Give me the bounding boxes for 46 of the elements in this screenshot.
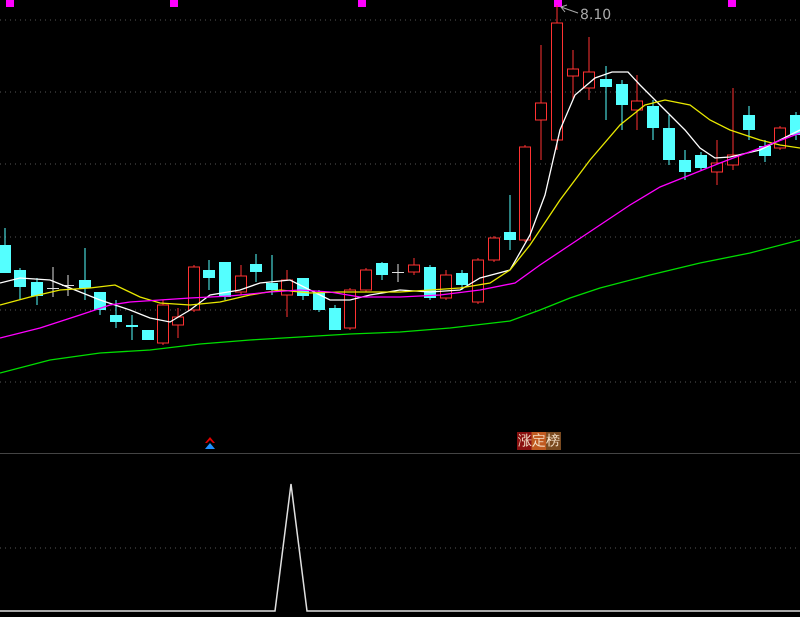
candlestick — [0, 228, 11, 274]
candlestick — [281, 270, 293, 318]
candlestick — [376, 262, 388, 280]
candlestick — [759, 140, 771, 162]
double-chevron-icon — [205, 437, 215, 449]
candlestick — [711, 140, 723, 186]
candlestick — [408, 258, 420, 276]
candlestick — [188, 264, 200, 312]
candlestick — [472, 258, 484, 304]
candlestick — [31, 278, 43, 306]
candlestick — [616, 80, 628, 130]
candlestick — [79, 248, 91, 300]
candlestick — [695, 152, 707, 170]
price-label: 8.10 — [580, 7, 612, 23]
candlestick — [142, 330, 154, 340]
candlestick — [203, 260, 215, 290]
candlestick — [313, 290, 325, 312]
candlestick — [631, 74, 643, 130]
candlestick — [790, 112, 800, 140]
candlestick — [62, 274, 74, 296]
leader-line — [560, 4, 578, 14]
candlestick — [567, 50, 579, 100]
candlestick — [663, 114, 675, 166]
candlestick — [266, 254, 278, 296]
candlestick — [504, 194, 516, 250]
candlestick — [47, 266, 59, 298]
candlestick — [329, 304, 341, 330]
candlestick — [583, 36, 595, 100]
candlestick — [743, 106, 755, 140]
candlestick — [110, 300, 122, 328]
candlestick — [126, 314, 138, 340]
candlestick — [360, 268, 372, 292]
candlestick — [344, 288, 356, 330]
candlestick — [488, 236, 500, 262]
signal-badge: 涨定榜 — [517, 432, 561, 450]
candlestick — [157, 300, 169, 346]
candlestick — [14, 268, 26, 300]
candlestick — [679, 150, 691, 180]
candlestick — [647, 100, 659, 140]
candlestick — [250, 254, 262, 282]
candlestick — [600, 66, 612, 120]
candlestick — [456, 270, 468, 290]
candlestick — [235, 264, 247, 296]
candlestick — [219, 262, 231, 300]
candlestick — [172, 308, 184, 338]
candlestick — [392, 264, 404, 282]
